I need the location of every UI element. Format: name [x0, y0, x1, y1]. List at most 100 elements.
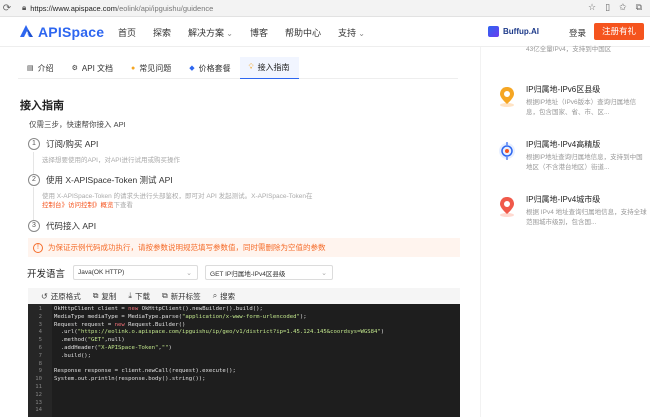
favorites-list-icon[interactable]: ✩ — [619, 2, 627, 13]
split-screen-icon[interactable]: ▯ — [605, 2, 610, 13]
logo[interactable]: APISpace — [18, 23, 104, 40]
line-number: 9 — [38, 368, 42, 375]
download-button[interactable]: ⤓ 下载 — [128, 291, 150, 302]
code-toolbar: ↺ 还原格式 ⧉ 复制 ⤓ 下载 ⧉ 新开标签 ⌕ 搜索 — [28, 288, 460, 304]
code-line: 5 .method("GET",null) — [28, 337, 460, 345]
related-apis-panel: 43亿全量IPv4，支持到中国区 IP归属地-IPv6区县级 根据IP地址（IP… — [480, 45, 650, 417]
main-nav: 首页 探索 解决方案 博客 帮助中心 支持 — [118, 26, 382, 39]
api-select[interactable]: GET IP归属地-IPv4区县级 ⌄ — [205, 265, 334, 280]
related-api-title: IP归属地-IPv6区县级 — [526, 85, 601, 94]
external-link-icon: ⧉ — [161, 291, 168, 300]
code-line: 7 .build(); — [28, 353, 460, 361]
step-number: 2 — [28, 174, 40, 186]
copy-button[interactable]: ⧉ 复制 — [93, 291, 117, 302]
related-api-title: IP归属地-IPv4城市级 — [526, 195, 601, 204]
related-api-item[interactable]: 43亿全量IPv4，支持到中国区 — [497, 45, 647, 61]
code-text: MediaType mediaType = MediaType.parse("a… — [54, 313, 307, 320]
tab-intro[interactable]: ▤ 介绍 — [18, 57, 63, 79]
warning-icon: ! — [33, 242, 43, 253]
copy-icon: ⧉ — [92, 291, 99, 300]
line-number: 13 — [35, 399, 42, 406]
tab-faq[interactable]: ● 常见问题 — [122, 57, 180, 79]
search-button[interactable]: ⌕ 搜索 — [213, 291, 235, 302]
line-number: 14 — [35, 407, 42, 414]
line-number: 2 — [38, 313, 42, 320]
code-text: .addHeader("X-APISpace-Token","") — [54, 345, 172, 351]
step-2-description: 使用 X-APISpace-Token 的请求头进行头部鉴权，即可对 API 发… — [42, 193, 313, 209]
nav-explore[interactable]: 探索 — [153, 26, 171, 39]
chevron-down-icon: ⌄ — [321, 270, 328, 277]
step-3: 3 代码接入 API — [28, 220, 96, 232]
code-line: 12 — [28, 392, 460, 400]
download-icon: ⤓ — [128, 291, 132, 300]
code-text: .url("https://eolink.o.apispace.com/ipgu… — [54, 329, 385, 336]
warning-banner: ! 为保证示例代码成功执行，请按参数说明规范填写参数值，同时需删除为空值的参数 — [28, 238, 460, 257]
code-line: 3 Request request = new Request.Builder() — [28, 322, 460, 330]
collections-icon[interactable]: ⧉ — [636, 2, 642, 13]
nav-support[interactable]: 支持 — [338, 26, 365, 39]
logo-text: APISpace — [38, 23, 105, 40]
code-line: 13 — [28, 400, 460, 408]
login-link[interactable]: 登录 — [569, 27, 586, 39]
tab-api-doc[interactable]: ⚙ API 文档 — [63, 57, 122, 79]
code-line: 9 Response response = client.newCall(requ… — [28, 368, 460, 376]
nav-blog[interactable]: 博客 — [250, 26, 268, 39]
chevron-down-icon: ⌄ — [186, 270, 193, 277]
step-number: 3 — [28, 220, 40, 232]
url-host: https://www.apispace.com — [30, 3, 117, 13]
tab-guide[interactable]: 💡︎ 接入指南 — [239, 57, 299, 79]
refresh-icon[interactable]: ⟳ — [0, 1, 14, 15]
related-api-item[interactable]: IP归属地-IPv4城市级 根据 IPv4 地址查询归属地信息，支持全球范围城市… — [497, 194, 647, 234]
code-editor[interactable]: 1 OkHttpClient client = new OkHttpClient(… — [28, 304, 460, 417]
code-text: Request request = new Request.Builder() — [54, 321, 186, 328]
search-icon: ⌕ — [212, 291, 218, 300]
related-api-desc: 根据IP地址查询归属地信息，支持到中国地区（不含港台地区）街道... — [526, 154, 643, 171]
console-access-link[interactable]: 控制台》访问控制》概览 — [42, 202, 114, 209]
code-text: .method("GET",null) — [54, 337, 125, 344]
step-1-description: 选择想要使用的API，对API进行试用或购买操作 — [42, 157, 180, 164]
code-line: 14 — [28, 407, 460, 415]
step-connector — [33, 187, 34, 220]
nav-solutions[interactable]: 解决方案 — [188, 26, 233, 39]
line-number: 5 — [38, 337, 42, 344]
step-title: 订阅/购买 API — [46, 139, 99, 149]
bulb-icon: 💡︎ — [248, 63, 254, 71]
address-bar[interactable]: 🔒︎ https://www.apispace.com/eolink/api/i… — [22, 2, 522, 15]
related-api-desc: 43亿全量IPv4，支持到中国区 — [526, 46, 612, 53]
code-line: 4 .url("https://eolink.o.apispace.com/ip… — [28, 329, 460, 337]
related-api-item[interactable]: IP归属地-IPv6区县级 根据IP地址（IPv6版本）查询归属地信息，包含国家… — [497, 84, 647, 124]
dev-language-label: 开发语言 — [27, 268, 66, 280]
undo-icon: ↺ — [41, 291, 48, 301]
nav-help-center[interactable]: 帮助中心 — [285, 26, 321, 39]
browser-toolbar: ⟳ 🔒︎ https://www.apispace.com/eolink/api… — [0, 0, 650, 17]
new-tab-button[interactable]: ⧉ 新开标签 — [162, 291, 201, 302]
line-number: 10 — [35, 376, 42, 383]
related-api-item[interactable]: IP归属地-IPv4高精版 根据IP地址查询归属地信息，支持到中国地区（不含港台… — [497, 139, 647, 179]
buffup-label: Buffup.AI — [503, 27, 539, 36]
code-text: Response response = client.newCall(reque… — [54, 368, 236, 375]
api-tabs: ▤ 介绍 ⚙ API 文档 ● 常见问题 ◆ 价格套餐 💡︎ 接入指南 — [18, 57, 458, 79]
line-number: 3 — [38, 321, 42, 328]
buffup-icon — [488, 26, 499, 37]
lock-icon: 🔒︎ — [22, 3, 27, 12]
step-title: 使用 X-APISpace-Token 测试 API — [46, 175, 173, 185]
tab-pricing[interactable]: ◆ 价格套餐 — [180, 57, 239, 79]
related-api-title: IP归属地-IPv4高精版 — [526, 140, 601, 149]
buffup-link[interactable]: Buffup.AI — [488, 26, 539, 37]
warning-text: 为保证示例代码成功执行，请按参数说明规范填写参数值，同时需删除为空值的参数 — [48, 243, 326, 252]
code-text: .build(); — [54, 352, 92, 359]
code-line: 2 MediaType mediaType = MediaType.parse("… — [28, 314, 460, 322]
nav-home[interactable]: 首页 — [118, 26, 136, 39]
reset-format-button[interactable]: ↺ 还原格式 — [41, 291, 81, 302]
location-pin-icon — [500, 197, 514, 217]
api-doc-icon: ⚙ — [71, 65, 78, 72]
favorites-star-icon[interactable]: ☆ — [588, 2, 596, 13]
register-button[interactable]: 注册有礼 — [594, 23, 644, 40]
language-select[interactable]: Java(OK HTTP) ⌄ — [73, 265, 199, 280]
line-number: 6 — [38, 345, 42, 351]
step-1: 1 订阅/购买 API — [28, 138, 98, 150]
code-text: System.out.println(response.body().strin… — [54, 376, 206, 383]
url-path: /eolink/api/ipguishu/guidence — [116, 3, 214, 13]
code-line: 8 — [28, 361, 460, 369]
step-connector — [33, 152, 34, 174]
